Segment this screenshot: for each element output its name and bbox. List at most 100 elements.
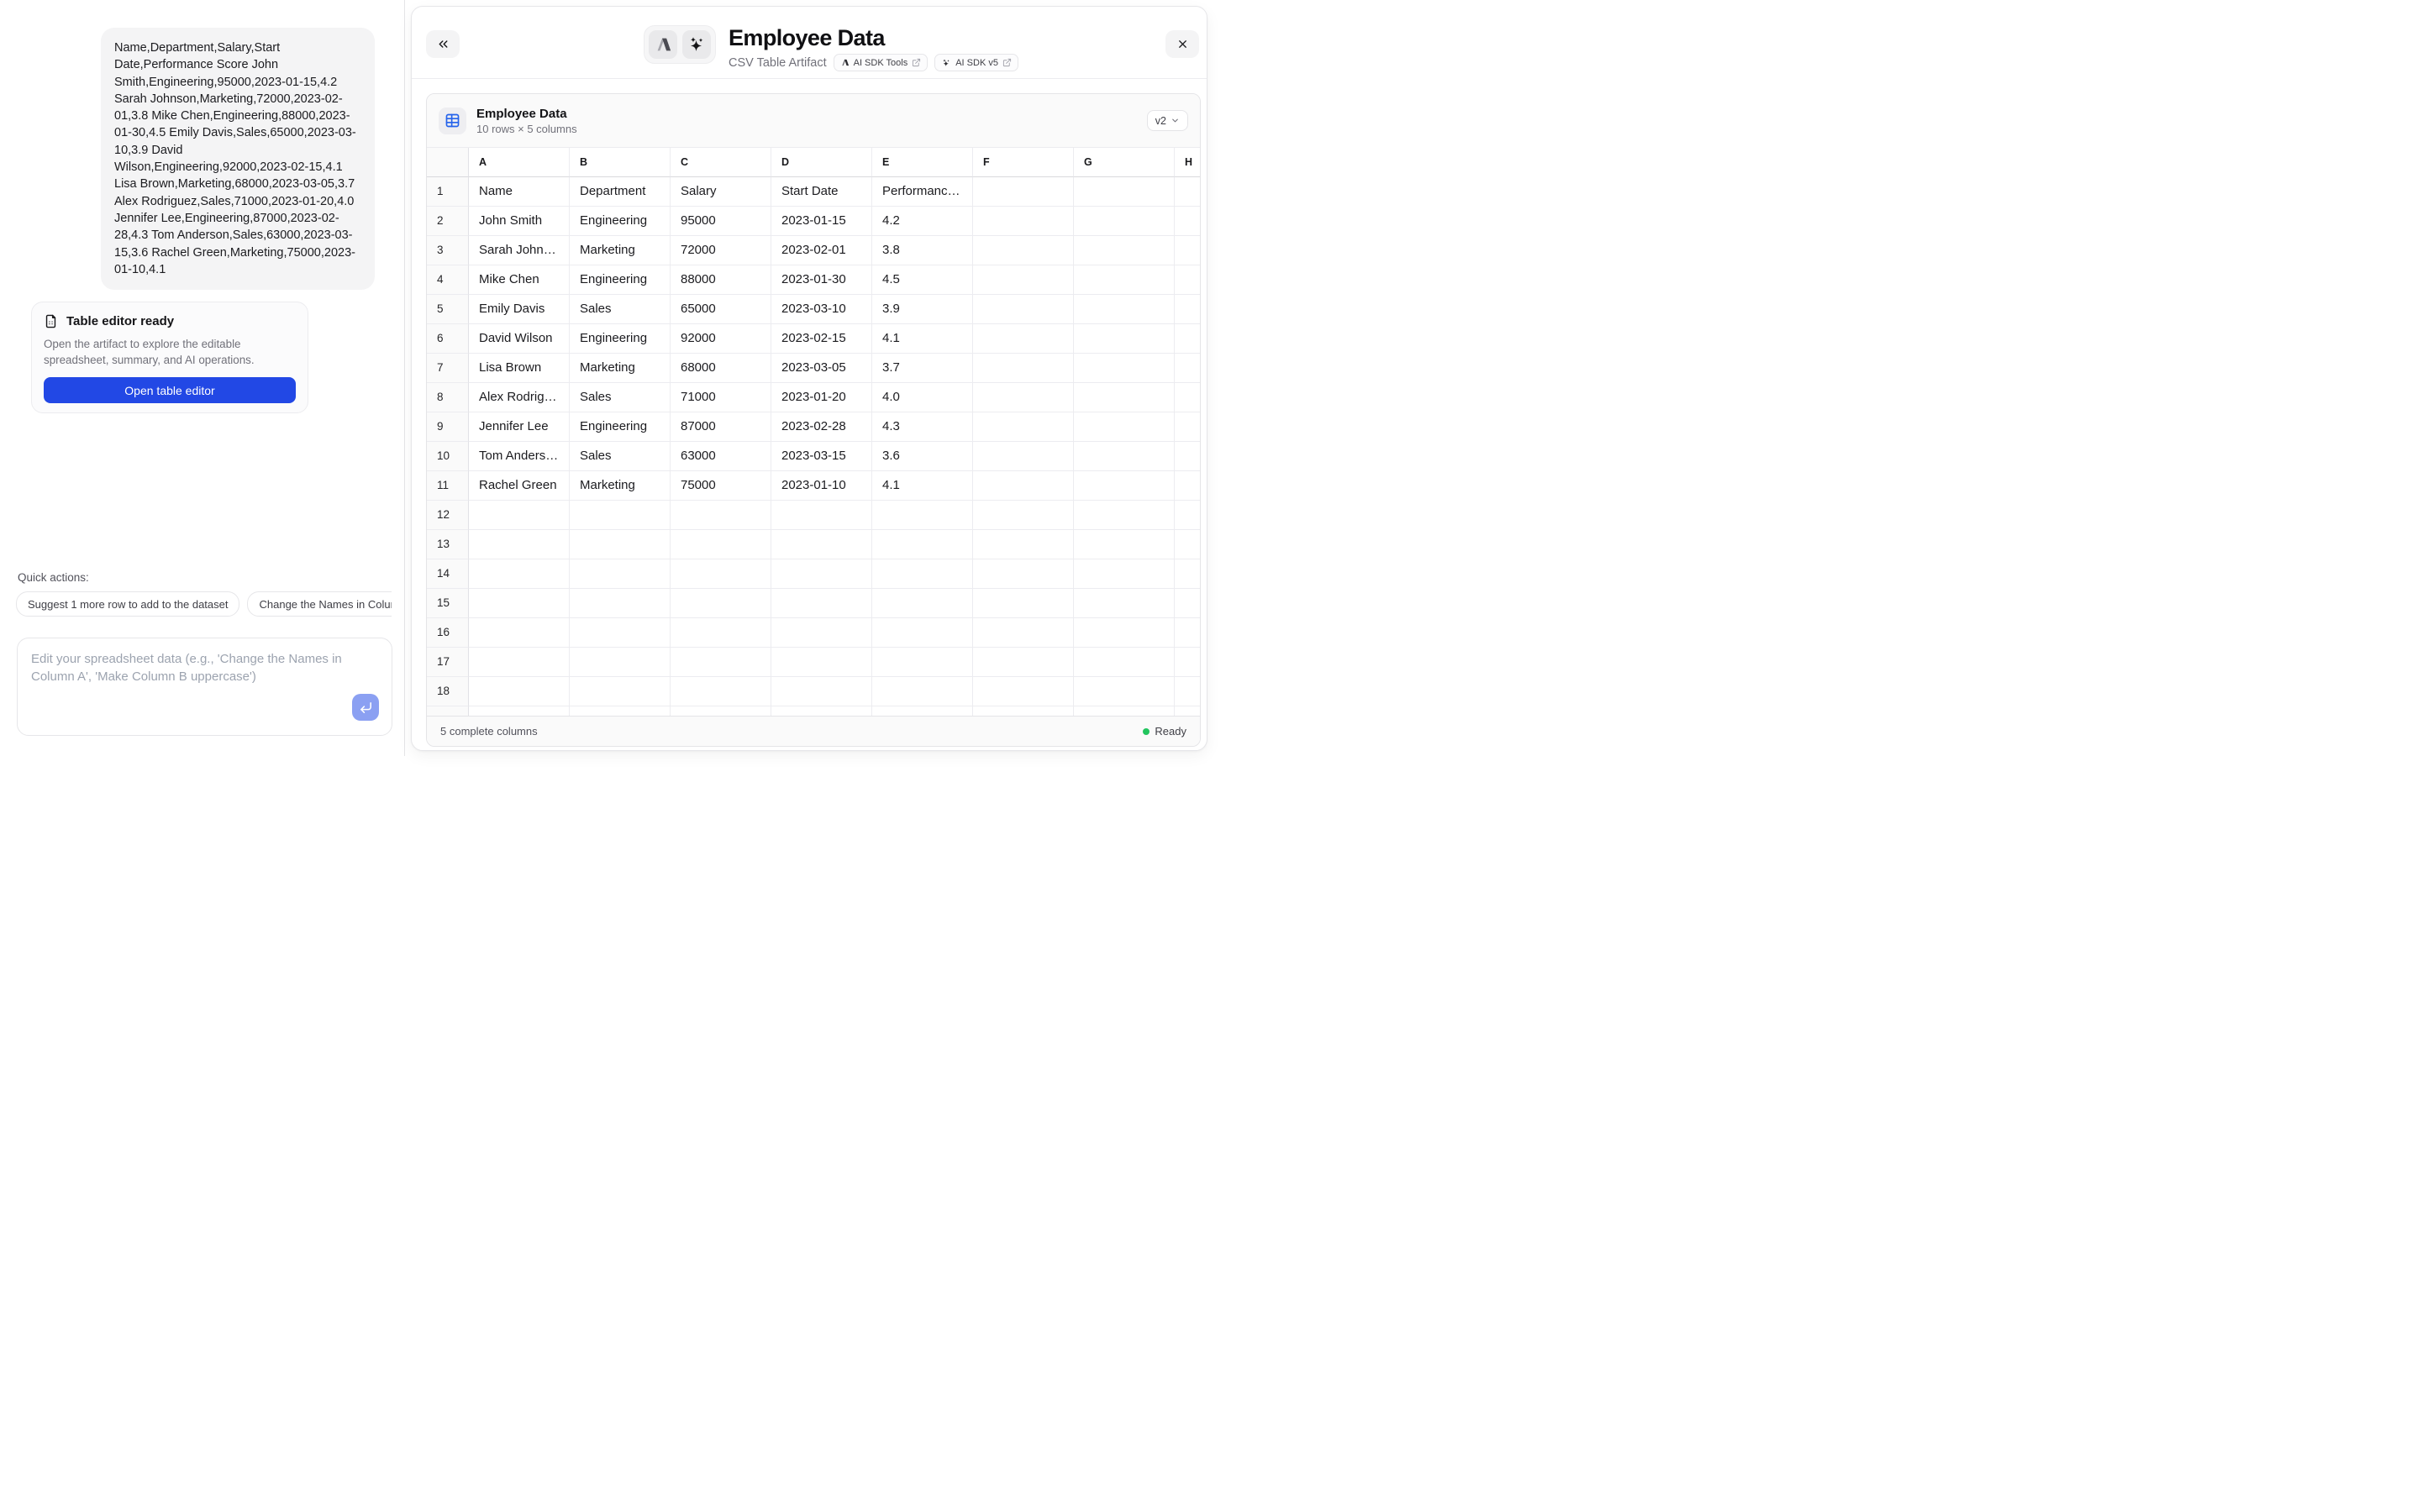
grid-cell-C16[interactable]	[671, 618, 771, 648]
grid-cell-D2[interactable]: 2023-01-15	[771, 207, 872, 236]
grid-cell-D4[interactable]: 2023-01-30	[771, 265, 872, 295]
grid-cell-D1[interactable]: Start Date	[771, 177, 872, 207]
grid-cell-C17[interactable]	[671, 648, 771, 677]
badge-ai-sdk-v5[interactable]: AI SDK v5	[934, 54, 1018, 71]
grid-cell-A9[interactable]: Jennifer Lee	[469, 412, 570, 442]
grid-cell-B9[interactable]: Engineering	[570, 412, 671, 442]
grid-cell-D13[interactable]	[771, 530, 872, 559]
grid-cell-E5[interactable]: 3.9	[872, 295, 973, 324]
column-header-F[interactable]: F	[973, 148, 1074, 177]
grid-cell-E6[interactable]: 4.1	[872, 324, 973, 354]
grid-cell-C14[interactable]	[671, 559, 771, 589]
grid-cell-F5[interactable]	[973, 295, 1074, 324]
column-header-B[interactable]: B	[570, 148, 671, 177]
grid-cell-A18[interactable]	[469, 677, 570, 706]
grid-cell-G4[interactable]	[1074, 265, 1175, 295]
grid-cell-D15[interactable]	[771, 589, 872, 618]
grid-cell-F10[interactable]	[973, 442, 1074, 471]
column-header-A[interactable]: A	[469, 148, 570, 177]
collapse-panel-button[interactable]	[426, 30, 460, 58]
grid-cell-H14[interactable]	[1175, 559, 1200, 589]
grid-cell-C10[interactable]: 63000	[671, 442, 771, 471]
grid-cell-F9[interactable]	[973, 412, 1074, 442]
grid-cell-A16[interactable]	[469, 618, 570, 648]
grid-cell-D9[interactable]: 2023-02-28	[771, 412, 872, 442]
grid-cell-G8[interactable]	[1074, 383, 1175, 412]
grid-cell-G16[interactable]	[1074, 618, 1175, 648]
grid-cell-D10[interactable]: 2023-03-15	[771, 442, 872, 471]
row-number[interactable]: 14	[427, 559, 469, 589]
grid-cell-G6[interactable]	[1074, 324, 1175, 354]
grid-cell-B18[interactable]	[570, 677, 671, 706]
grid-cell-E12[interactable]	[872, 501, 973, 530]
grid-cell-A7[interactable]: Lisa Brown	[469, 354, 570, 383]
grid-cell-F3[interactable]	[973, 236, 1074, 265]
row-number[interactable]: 10	[427, 442, 469, 471]
grid-cell-F13[interactable]	[973, 530, 1074, 559]
grid-cell-G1[interactable]	[1074, 177, 1175, 207]
grid-cell-E10[interactable]: 3.6	[872, 442, 973, 471]
grid-cell-G2[interactable]	[1074, 207, 1175, 236]
grid-cell-F15[interactable]	[973, 589, 1074, 618]
row-number[interactable]: 1	[427, 177, 469, 207]
grid-cell-C13[interactable]	[671, 530, 771, 559]
grid-cell-C19[interactable]	[671, 706, 771, 716]
grid-cell-D5[interactable]: 2023-03-10	[771, 295, 872, 324]
grid-cell-G12[interactable]	[1074, 501, 1175, 530]
grid-cell-H3[interactable]	[1175, 236, 1200, 265]
grid-cell-B6[interactable]: Engineering	[570, 324, 671, 354]
grid-cell-F8[interactable]	[973, 383, 1074, 412]
row-number[interactable]: 6	[427, 324, 469, 354]
grid-cell-B5[interactable]: Sales	[570, 295, 671, 324]
grid-cell-D16[interactable]	[771, 618, 872, 648]
grid-cell-A1[interactable]: Name	[469, 177, 570, 207]
grid-cell-G18[interactable]	[1074, 677, 1175, 706]
grid-cell-A14[interactable]	[469, 559, 570, 589]
row-number[interactable]: 15	[427, 589, 469, 618]
composer-input[interactable]	[18, 638, 392, 735]
grid-cell-E7[interactable]: 3.7	[872, 354, 973, 383]
grid-cell-G7[interactable]	[1074, 354, 1175, 383]
row-number[interactable]: 2	[427, 207, 469, 236]
grid-cell-G19[interactable]	[1074, 706, 1175, 716]
grid-cell-A10[interactable]: Tom Anderson	[469, 442, 570, 471]
grid-cell-H8[interactable]	[1175, 383, 1200, 412]
grid-cell-G13[interactable]	[1074, 530, 1175, 559]
open-table-editor-button[interactable]: Open table editor	[44, 377, 296, 403]
grid-cell-E15[interactable]	[872, 589, 973, 618]
close-artifact-button[interactable]	[1165, 30, 1199, 58]
grid-cell-H17[interactable]	[1175, 648, 1200, 677]
grid-cell-H7[interactable]	[1175, 354, 1200, 383]
grid-cell-D17[interactable]	[771, 648, 872, 677]
grid-cell-H9[interactable]	[1175, 412, 1200, 442]
grid-cell-H4[interactable]	[1175, 265, 1200, 295]
grid-cell-B1[interactable]: Department	[570, 177, 671, 207]
grid-cell-E1[interactable]: Performance Score	[872, 177, 973, 207]
grid-cell-F12[interactable]	[973, 501, 1074, 530]
row-number[interactable]: 16	[427, 618, 469, 648]
grid-cell-F6[interactable]	[973, 324, 1074, 354]
grid-cell-C18[interactable]	[671, 677, 771, 706]
grid-cell-B15[interactable]	[570, 589, 671, 618]
grid-cell-B2[interactable]: Engineering	[570, 207, 671, 236]
grid-cell-B3[interactable]: Marketing	[570, 236, 671, 265]
grid-cell-B4[interactable]: Engineering	[570, 265, 671, 295]
grid-cell-B19[interactable]	[570, 706, 671, 716]
grid-cell-E13[interactable]	[872, 530, 973, 559]
grid-cell-F18[interactable]	[973, 677, 1074, 706]
grid-cell-H18[interactable]	[1175, 677, 1200, 706]
grid-cell-B17[interactable]	[570, 648, 671, 677]
send-button[interactable]	[352, 694, 379, 721]
grid-cell-C8[interactable]: 71000	[671, 383, 771, 412]
grid-cell-E16[interactable]	[872, 618, 973, 648]
badge-ai-sdk-tools[interactable]: AI SDK Tools	[834, 54, 929, 71]
row-number[interactable]: 18	[427, 677, 469, 706]
grid-cell-E14[interactable]	[872, 559, 973, 589]
grid-cell-D6[interactable]: 2023-02-15	[771, 324, 872, 354]
grid-cell-F16[interactable]	[973, 618, 1074, 648]
grid-cell-H1[interactable]	[1175, 177, 1200, 207]
grid-cell-D8[interactable]: 2023-01-20	[771, 383, 872, 412]
grid-cell-B14[interactable]	[570, 559, 671, 589]
grid-cell-H6[interactable]	[1175, 324, 1200, 354]
grid-cell-F4[interactable]	[973, 265, 1074, 295]
